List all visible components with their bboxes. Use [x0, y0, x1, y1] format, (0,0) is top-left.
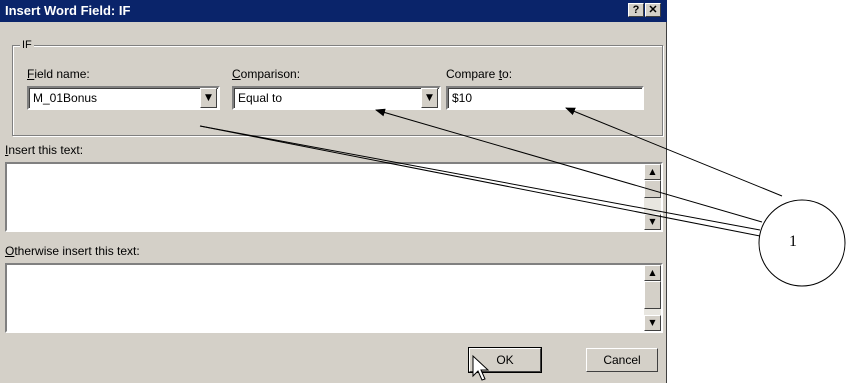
callout-number: 1 [789, 233, 797, 250]
mouse-pointer-icon [472, 354, 490, 381]
callout-overlay [199, 107, 846, 381]
callout-circle [758, 199, 846, 287]
callout-line-field-name [199, 125, 761, 237]
callout-arrow-comparison [375, 108, 763, 223]
callout-line-field-name-2 [199, 125, 761, 231]
callout-arrow-compare-to [565, 107, 783, 197]
